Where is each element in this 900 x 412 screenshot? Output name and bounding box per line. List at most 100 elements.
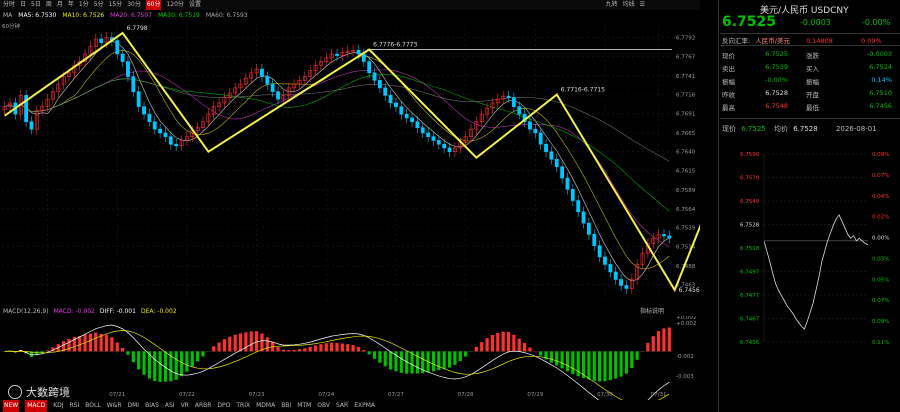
toolbar-option[interactable]: 九转 [606, 0, 618, 10]
ma-line-30 [4, 74, 670, 212]
macd-tick-label: +0.002 [676, 321, 696, 327]
x-tick-label: 07/27 [388, 392, 404, 398]
main-candlestick-chart[interactable]: 6.74636.74886.75146.75396.75646.75896.76… [0, 20, 700, 305]
period-tab[interactable]: 60分 [145, 0, 162, 10]
period-tab[interactable]: 设置 [189, 0, 201, 10]
intraday-avg: 6.7528 [793, 125, 818, 133]
x-tick-label: 07/31 [651, 392, 667, 398]
quote-cell: 6.7524 [869, 63, 892, 71]
price-annotation: 6.7776-6.7773 [373, 42, 417, 49]
candle-body [533, 128, 538, 134]
indicator-tab[interactable]: W&R [107, 400, 122, 412]
toolbar-option[interactable]: 均线 [623, 0, 635, 10]
mini-y-tick: 6.7549 [740, 199, 760, 205]
period-tab[interactable]: 周 [46, 0, 52, 10]
y-tick-label: 6.7665 [676, 131, 696, 137]
candle-body [511, 97, 516, 107]
candle-body [442, 143, 447, 149]
reverse-label: 反向汇率: [722, 37, 751, 45]
period-tab[interactable]: 30分 [127, 0, 141, 10]
candle-body [667, 235, 672, 239]
separator [720, 45, 900, 46]
period-tab[interactable]: 1分 [79, 0, 89, 10]
quote-change: -0.0003 [800, 18, 831, 27]
reverse-pair[interactable]: 人民币/美元 [755, 37, 790, 45]
quote-row: 现价 6.7525 涨跌 -0.0003 [722, 50, 898, 61]
indicator-tab[interactable]: RSI [70, 400, 80, 412]
zigzag-line [4, 31, 700, 293]
indicator-tab[interactable]: TRIX [236, 400, 250, 412]
quote-cell: 6.7510 [869, 89, 892, 97]
indicator-tab[interactable]: ASI [165, 400, 175, 412]
quote-row: 振幅 -0.00% 振幅 0.14% [722, 76, 898, 87]
toolbar-option[interactable]: ☰ [640, 0, 645, 10]
indicator-tab[interactable]: BOLL [85, 400, 100, 412]
y-tick-label: 6.7767 [676, 54, 696, 60]
period-tab[interactable]: 120分 [166, 0, 183, 10]
indicator-tab[interactable]: OBV [317, 400, 330, 412]
period-tab[interactable]: 日 [20, 0, 26, 10]
candle-body [147, 113, 152, 122]
macd-chart[interactable]: +0.002+0.002-0.002-0.00307/20 07/21 07/22 0… [0, 316, 700, 400]
candle-body [544, 143, 548, 153]
indicator-tab[interactable]: DMI [128, 400, 140, 412]
macd-legend-item: MACD: -0.002 [53, 308, 95, 315]
separator [720, 118, 900, 119]
indicator-tab[interactable]: DPO [217, 400, 230, 412]
quote-cell: 开盘 [806, 91, 819, 99]
candle-body [447, 147, 452, 153]
candle-body [528, 121, 532, 130]
period-tab[interactable]: 5分 [94, 0, 104, 10]
candle-body [662, 234, 666, 237]
period-tab[interactable]: 15分 [109, 0, 123, 10]
period-tab[interactable]: 月 [57, 0, 63, 10]
intraday-header: 现价 6.7525 均价 6.7528 2026-08-01 [722, 124, 877, 134]
candle-body [608, 264, 613, 273]
mini-pct-tick: 0.03% [872, 256, 889, 262]
diff-line [4, 324, 670, 400]
reverse-pct: 0.09% [861, 37, 882, 45]
indicator-tab[interactable]: KDJ [53, 400, 63, 412]
indicator-tab[interactable]: ARBR [195, 400, 212, 412]
quote-row: 卖出 6.7539 买入 6.7524 [722, 63, 898, 74]
mini-y-tick: 6.7456 [740, 340, 760, 346]
candle-body [597, 245, 602, 258]
candle-body [517, 106, 522, 115]
candle-body [587, 222, 591, 235]
x-tick-label: 07/23 [249, 392, 265, 398]
quote-cell: 6.7456 [869, 102, 892, 110]
candle-body [394, 102, 398, 107]
mini-pct-tick: 0.02% [872, 215, 889, 221]
dea-line [4, 330, 670, 400]
x-tick-label: 07/21 [109, 392, 125, 398]
indicator-help-link[interactable]: 指标说明 [640, 306, 664, 315]
period-tab[interactable]: 年 [68, 0, 74, 10]
reverse-value: 0.14808 [806, 37, 833, 45]
indicator-tab[interactable]: MDMA [256, 400, 275, 412]
candle-body [126, 61, 130, 77]
indicator-tab[interactable]: BIAS [145, 400, 159, 412]
indicator-tab[interactable]: MACD [25, 400, 48, 412]
period-tab[interactable]: 分时 [3, 0, 15, 10]
quote-cell: 6.7525 [765, 50, 788, 58]
logo-icon [8, 385, 22, 399]
candle-body [570, 188, 575, 201]
indicator-tab[interactable]: NEW [3, 400, 20, 412]
x-tick-label: 07/22 [179, 392, 195, 398]
indicator-tab[interactable]: BBI [281, 400, 291, 412]
intraday-line-chart[interactable]: 6.7590 6.7570 6.7549 6.7528 6.7518 6.7497 6.74… [720, 134, 900, 412]
indicator-tab[interactable]: EXPMA [354, 400, 375, 412]
panel-divider [718, 0, 719, 412]
candle-body [270, 83, 275, 92]
period-tab[interactable]: 5日 [31, 0, 41, 10]
indicator-tab[interactable]: VR [181, 400, 189, 412]
candle-body [415, 121, 420, 128]
candle-body [431, 136, 436, 141]
y-tick-label: 6.7792 [676, 36, 695, 42]
candle-body [29, 121, 34, 130]
indicator-tab[interactable]: MTM [297, 400, 311, 412]
indicator-tab[interactable]: SAR [336, 400, 348, 412]
quote-row: 昨收 6.7528 开盘 6.7510 [722, 89, 898, 100]
y-tick-label: 6.7640 [676, 150, 696, 156]
y-tick-label: 6.7691 [676, 111, 695, 117]
